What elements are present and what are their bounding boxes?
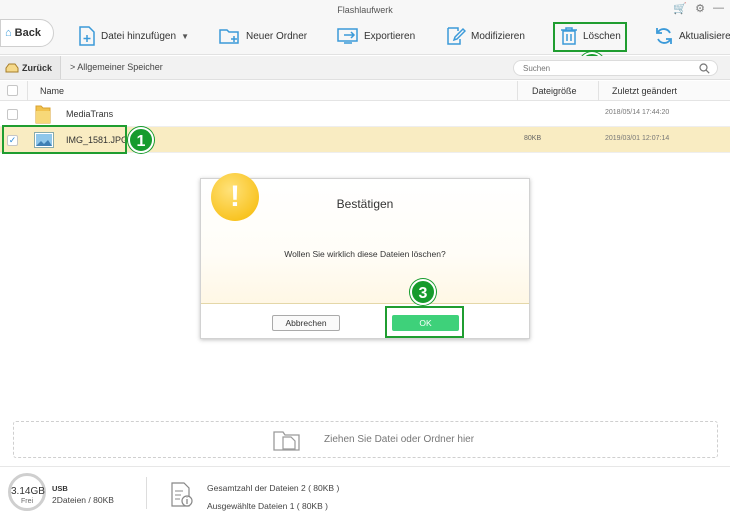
footer-divider: [146, 477, 147, 509]
column-header-name[interactable]: Name: [40, 86, 64, 96]
new-folder-button[interactable]: Neuer Ordner: [219, 24, 307, 48]
column-header-size[interactable]: Dateigröße: [532, 86, 577, 96]
folder-drop-icon: [273, 431, 300, 451]
nav-bar: Zurück > Allgemeiner Speicher: [0, 56, 730, 80]
gear-icon[interactable]: ⚙: [695, 2, 705, 15]
back-button-label: Back: [14, 27, 41, 39]
window-controls: 🛒 ⚙ —: [673, 2, 724, 15]
annotation-highlight-ok: [385, 306, 464, 338]
search-input[interactable]: [514, 61, 684, 75]
drive-icon: [5, 63, 19, 72]
nav-back-button[interactable]: Zurück: [0, 56, 61, 79]
file-date: 2018/05/14 17:44:20: [605, 109, 670, 116]
search-icon[interactable]: [699, 63, 710, 74]
total-files-text: Gesamtzahl der Dateien 2 ( 80KB ): [207, 483, 340, 493]
row-checkbox[interactable]: [7, 109, 18, 120]
column-divider: [27, 81, 28, 101]
warning-icon: !: [211, 173, 259, 221]
select-all-checkbox[interactable]: [7, 85, 18, 96]
export-button[interactable]: Exportieren: [337, 24, 415, 48]
back-button[interactable]: ⌂ Back: [0, 19, 54, 47]
cancel-button[interactable]: Abbrechen: [272, 315, 340, 331]
confirm-dialog: Bestätigen Wollen Sie wirklich diese Dat…: [200, 173, 530, 339]
table-row[interactable]: MediaTrans 2018/05/14 17:44:20: [0, 101, 730, 127]
column-divider: [598, 81, 599, 101]
column-header-modified[interactable]: Zuletzt geändert: [612, 86, 677, 96]
annotation-badge-1: 1: [128, 127, 154, 153]
device-summary: 2Dateien / 80KB: [52, 495, 114, 505]
chevron-down-icon[interactable]: ▼: [181, 32, 189, 41]
file-size: 80KB: [524, 135, 542, 142]
storage-free-label: Frei: [20, 498, 34, 505]
refresh-label: Aktualisieren: [679, 30, 730, 42]
file-date: 2019/03/01 12:07:14: [605, 135, 670, 142]
device-type: USB: [52, 484, 68, 493]
new-folder-icon: [219, 29, 239, 44]
window-title: Flashlaufwerk: [337, 5, 393, 15]
export-label: Exportieren: [364, 30, 416, 42]
annotation-highlight-delete: [553, 22, 627, 52]
minimize-icon[interactable]: —: [713, 2, 724, 15]
home-icon: ⌂: [5, 27, 12, 39]
cart-icon[interactable]: 🛒: [673, 2, 687, 15]
refresh-button[interactable]: Aktualisieren: [654, 24, 730, 48]
nav-back-label: Zurück: [22, 62, 53, 73]
search-box[interactable]: [513, 60, 718, 76]
drop-zone[interactable]: Ziehen Sie Datei oder Ordner hier: [13, 421, 718, 458]
file-info-icon: [171, 482, 193, 507]
storage-ring: 3.14GB Frei: [8, 473, 46, 511]
storage-free-value: 3.14GB: [11, 486, 45, 497]
selected-files-text: Ausgewählte Dateien 1 ( 80KB ): [207, 501, 328, 511]
edit-label: Modifizieren: [471, 30, 525, 42]
add-file-icon: [79, 26, 95, 46]
annotation-highlight-file: [2, 125, 127, 154]
folder-icon: [35, 105, 51, 124]
edit-button[interactable]: Modifizieren: [446, 24, 525, 48]
drop-zone-label: Ziehen Sie Datei oder Ordner hier: [324, 434, 475, 445]
column-divider: [517, 81, 518, 101]
new-folder-label: Neuer Ordner: [246, 30, 308, 42]
refresh-icon: [656, 28, 672, 44]
dialog-message: Wollen Sie wirklich diese Dateien lösche…: [284, 249, 446, 259]
edit-icon: [447, 27, 466, 45]
status-footer: 3.14GB Frei USB 2Dateien / 80KB Gesamtza…: [0, 466, 730, 518]
annotation-badge-3: 3: [410, 279, 436, 305]
breadcrumb[interactable]: > Allgemeiner Speicher: [70, 62, 163, 72]
add-file-button[interactable]: Datei hinzufügen ▼: [78, 24, 189, 48]
add-file-label: Datei hinzufügen: [101, 30, 177, 42]
file-name: MediaTrans: [66, 109, 114, 119]
table-header: Name Dateigröße Zuletzt geändert: [0, 81, 730, 101]
export-icon: [337, 28, 358, 44]
